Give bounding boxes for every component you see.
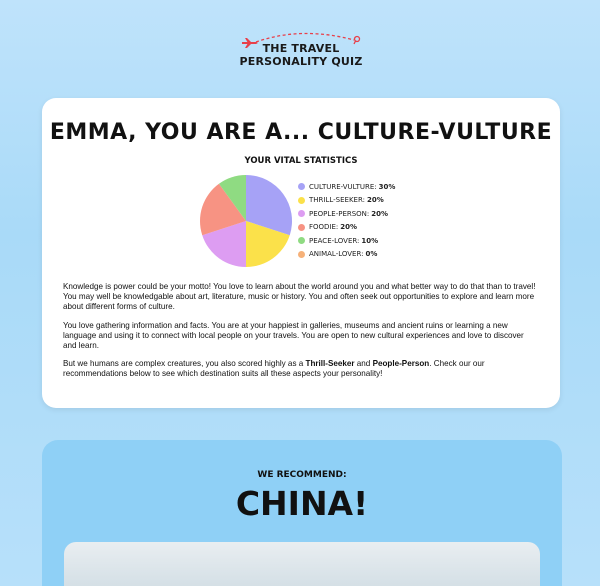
legend-value: 0% <box>365 250 378 259</box>
legend-swatch <box>298 183 305 191</box>
legend-swatch <box>298 223 305 231</box>
legend-label: FOODIE: <box>309 223 339 232</box>
result-title: EMMA, YOU ARE A... CULTURE-VULTURE <box>49 120 553 145</box>
legend-swatch <box>298 210 305 218</box>
legend-swatch <box>298 250 305 258</box>
description-paragraph-3: But we humans are complex creatures, you… <box>63 359 539 379</box>
legend-item-thrill-seeker: THRILL-SEEKER: 20% <box>298 194 395 208</box>
logo-line-2: PERSONALITY QUIZ <box>239 55 363 68</box>
recommendation-panel: WE RECOMMEND: CHINA! <box>42 440 562 586</box>
legend-label: PEOPLE-PERSON: <box>309 209 370 218</box>
chart-legend: CULTURE-VULTURE: 30% THRILL-SEEKER: 20% … <box>298 180 395 261</box>
legend-item-foodie: FOODIE: 20% <box>298 221 395 235</box>
result-card: EMMA, YOU ARE A... CULTURE-VULTURE YOUR … <box>42 98 560 408</box>
legend-value: 20% <box>340 223 358 232</box>
description-paragraph-2: You love gathering information and facts… <box>63 320 524 351</box>
legend-value: 20% <box>371 209 389 218</box>
legend-item-peace-lover: PEACE-LOVER: 10% <box>298 234 395 248</box>
logo-line-1: THE TRAVEL <box>262 42 340 55</box>
legend-swatch <box>298 196 305 204</box>
quiz-logo[interactable]: THE TRAVEL PERSONALITY QUIZ <box>236 30 366 74</box>
legend-item-animal-lover: ANIMAL-LOVER: 0% <box>298 248 395 262</box>
result-description: Knowledge is power could be your motto! … <box>63 282 539 388</box>
legend-label: CULTURE-VULTURE: <box>309 182 377 191</box>
legend-value: 20% <box>366 196 384 205</box>
legend-value: 30% <box>378 182 396 191</box>
logo-text: THE TRAVEL PERSONALITY QUIZ <box>236 42 366 68</box>
p3-start: But we humans are complex creatures, you… <box>63 359 306 369</box>
legend-label: THRILL-SEEKER: <box>309 196 365 205</box>
stats-heading: YOUR VITAL STATISTICS <box>244 156 358 166</box>
p3-and: and <box>354 359 373 369</box>
legend-item-people-person: PEOPLE-PERSON: 20% <box>298 207 395 221</box>
recommended-country: CHINA! <box>235 484 369 523</box>
destination-image <box>64 542 540 586</box>
secondary-type-2: People-Person <box>372 359 430 369</box>
legend-swatch <box>298 237 305 245</box>
legend-value: 10% <box>361 236 379 245</box>
personality-pie-chart <box>200 175 292 267</box>
secondary-type-1: Thrill-Seeker <box>305 359 355 369</box>
recommend-label: WE RECOMMEND: <box>257 470 347 480</box>
legend-label: ANIMAL-LOVER: <box>309 250 364 259</box>
description-paragraph-1: Knowledge is power could be your motto! … <box>63 282 536 312</box>
legend-label: PEACE-LOVER: <box>309 236 360 245</box>
legend-item-culture-vulture: CULTURE-VULTURE: 30% <box>298 180 395 194</box>
